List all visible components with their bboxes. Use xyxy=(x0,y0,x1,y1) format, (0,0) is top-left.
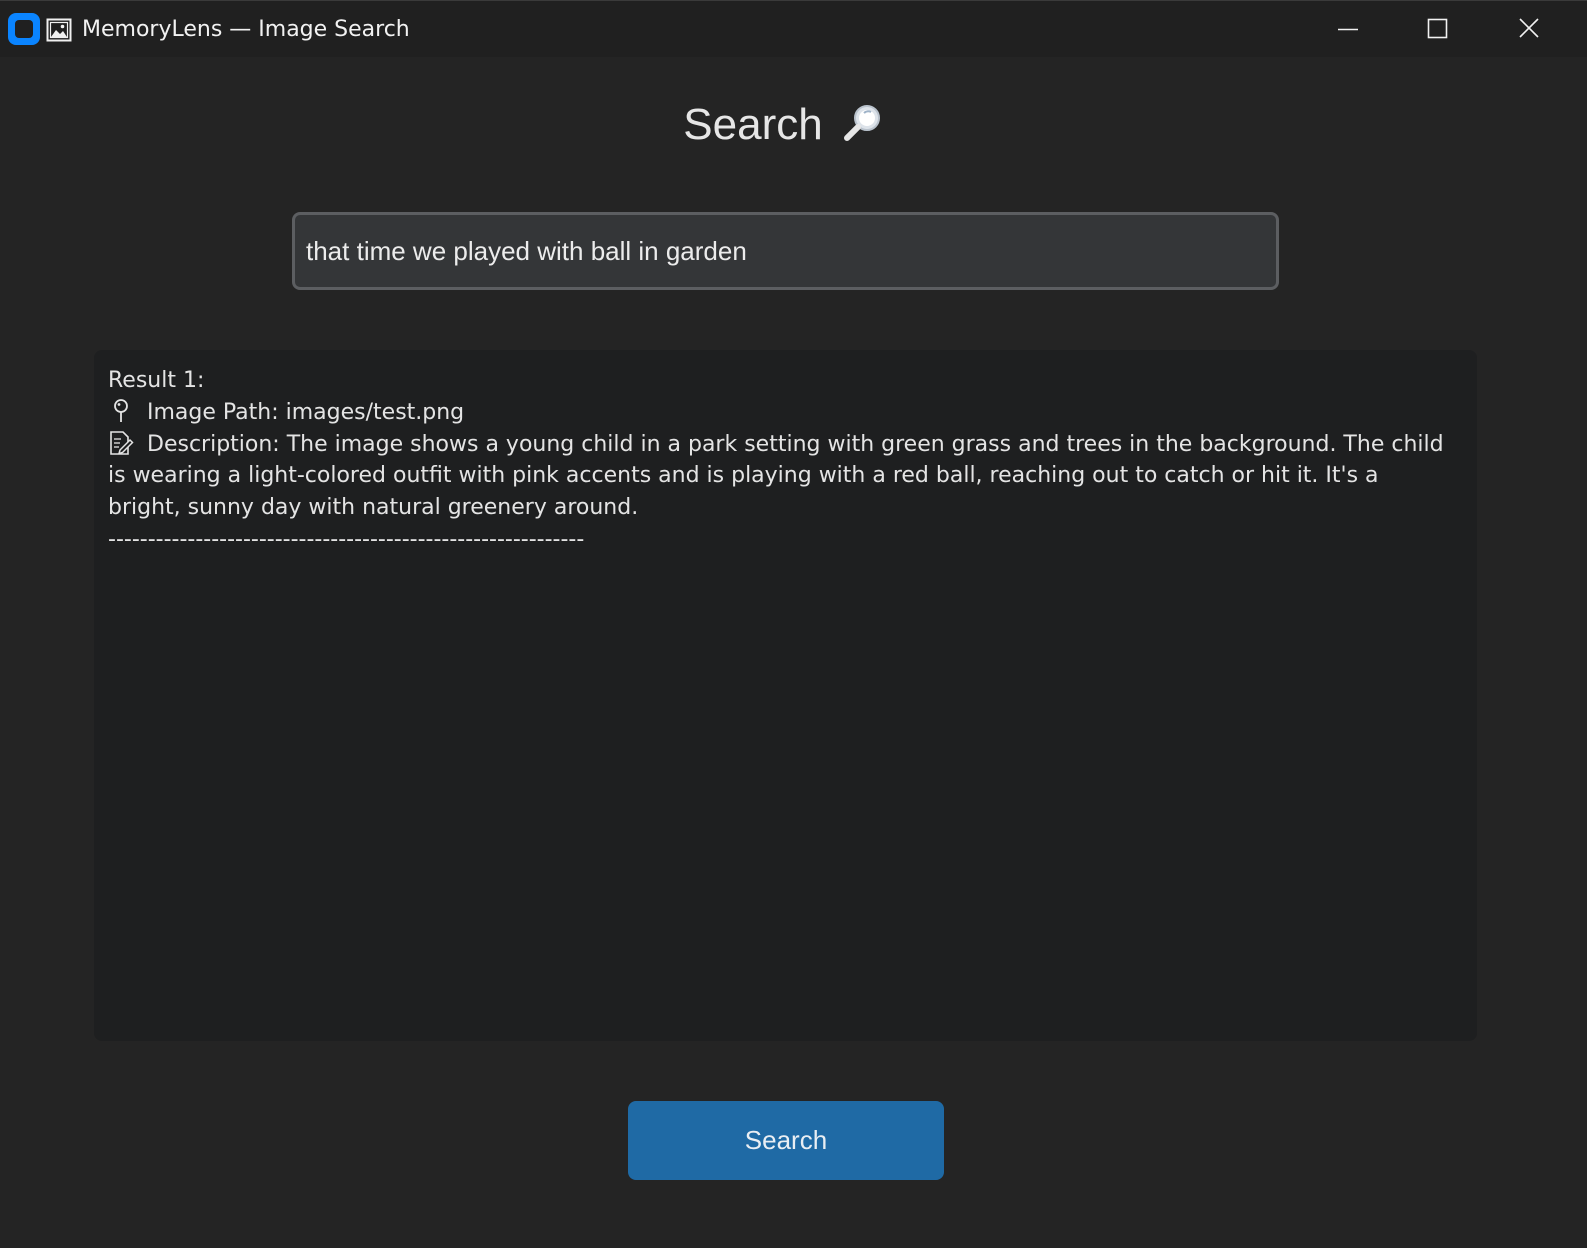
result-image-path: Image Path: images/test.png xyxy=(108,397,1463,429)
page-title: Search xyxy=(0,97,1568,153)
page-title-text: Search xyxy=(683,100,823,149)
window-title: MemoryLens — Image Search xyxy=(82,17,410,42)
minimize-icon xyxy=(1338,28,1358,31)
result-divider: ----------------------------------------… xyxy=(108,526,585,552)
close-button[interactable] xyxy=(1495,1,1587,57)
title-bar[interactable]: MemoryLens — Image Search xyxy=(0,1,1587,57)
search-input[interactable] xyxy=(292,212,1279,290)
app-window: MemoryLens — Image Search Search that ti… xyxy=(0,0,1587,1248)
close-icon xyxy=(1519,18,1539,38)
minimize-button[interactable] xyxy=(1318,1,1410,57)
result-label: Result 1: xyxy=(108,368,205,393)
pin-icon xyxy=(114,398,128,422)
result-description: Description: The image shows a young chi… xyxy=(108,429,1453,524)
maximize-icon xyxy=(1427,18,1448,39)
maximize-button[interactable] xyxy=(1410,1,1502,57)
memo-icon xyxy=(110,430,134,455)
app-icon xyxy=(8,13,40,45)
description-text: Description: The image shows a young chi… xyxy=(108,431,1444,521)
magnifying-glass-icon xyxy=(843,105,880,142)
picture-icon xyxy=(46,18,72,42)
results-panel[interactable]: Result 1: Image Path: images/test.png De… xyxy=(94,350,1477,1041)
image-path-text: Image Path: images/test.png xyxy=(147,399,465,425)
search-button[interactable]: Search xyxy=(628,1101,944,1180)
